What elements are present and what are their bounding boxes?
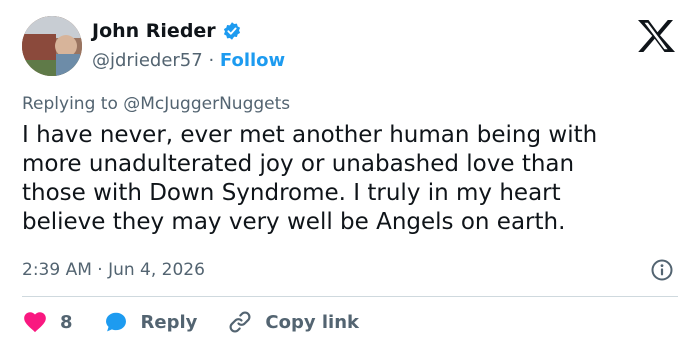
reply-button[interactable]: Reply: [103, 309, 198, 335]
reply-mention-link[interactable]: @McJuggerNuggets: [123, 94, 290, 114]
author-name-row[interactable]: John Rieder: [92, 20, 242, 42]
author-handle-line: @jdrieder57 · Follow: [92, 50, 285, 71]
action-bar: 8 Reply Copy link: [22, 309, 389, 335]
author-handle[interactable]: @jdrieder57: [92, 50, 203, 71]
reply-label: Reply: [140, 311, 198, 333]
follow-button[interactable]: Follow: [220, 50, 285, 71]
tweet-text: I have never, ever met another human bei…: [22, 122, 598, 235]
copy-link-label: Copy link: [265, 311, 359, 333]
like-button[interactable]: 8: [22, 309, 73, 335]
reply-bubble-icon: [105, 312, 126, 332]
handle-separator: ·: [202, 50, 220, 71]
like-count: 8: [60, 311, 73, 333]
replying-to-label: Replying to: [22, 94, 124, 114]
heart-icon: [24, 312, 46, 333]
avatar[interactable]: [22, 16, 82, 76]
tweet-timestamp[interactable]: 2:39 AM · Jun 4, 2026: [22, 260, 205, 280]
link-icon: [229, 311, 251, 333]
x-logo-icon[interactable]: [636, 18, 676, 54]
verified-badge-icon: [222, 21, 242, 41]
author-display-name[interactable]: John Rieder: [92, 20, 216, 42]
divider: [22, 296, 678, 297]
copy-link-button[interactable]: Copy link: [227, 309, 359, 335]
reply-context: Replying to @McJuggerNuggets: [22, 94, 290, 114]
info-icon[interactable]: [650, 258, 674, 282]
